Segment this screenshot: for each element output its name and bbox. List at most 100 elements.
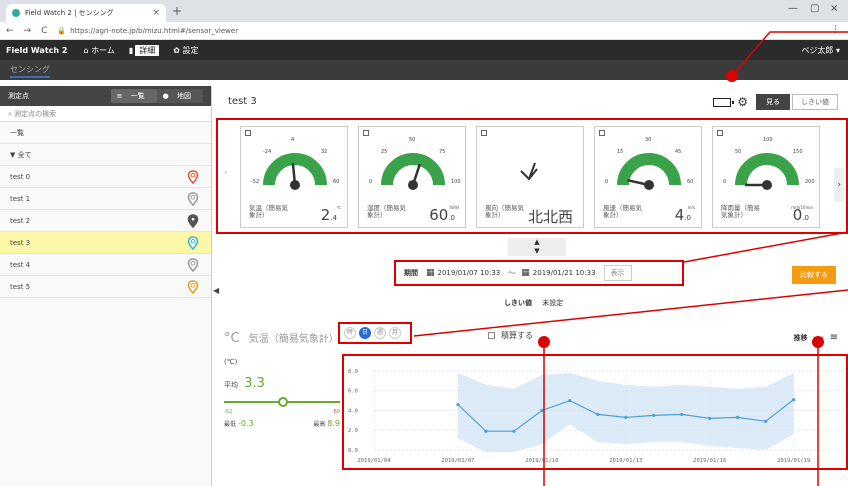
gauge-tick-label: 45 xyxy=(675,149,682,155)
forward-icon[interactable]: → xyxy=(24,26,32,36)
gauge-tick-label: 0 xyxy=(723,179,727,185)
gauge-tick-label: 30 xyxy=(645,137,652,143)
view-list-button[interactable]: ≡ 一覧 xyxy=(110,89,157,103)
browser-tab[interactable]: Field Watch 2 | センシング × xyxy=(6,4,166,22)
sidebar-item-test-3[interactable]: test 3 xyxy=(0,232,211,254)
granularity-option[interactable]: 月 xyxy=(389,327,401,339)
minimize-icon[interactable]: — xyxy=(788,3,798,14)
threshold-info: しきい値 未設定 xyxy=(504,298,563,308)
sensor-card[interactable]: 50 100 150 0 200 降雨量（簡易気象計） 0.0 mm/10min xyxy=(712,126,820,228)
calendar-icon[interactable]: ▦ xyxy=(521,268,530,278)
x-tick-label: 2019/01/16 xyxy=(693,458,726,464)
search-input[interactable]: ⌕ 測定点の検索 xyxy=(0,106,211,122)
granularity-option[interactable]: 週 xyxy=(374,327,386,339)
data-point[interactable] xyxy=(540,408,544,413)
gauge-tick-label: 150 xyxy=(793,149,803,155)
app-brand[interactable]: Field Watch 2 xyxy=(6,46,67,55)
gauge-tick-label: 4 xyxy=(291,137,295,143)
tab-sensing[interactable]: センシング xyxy=(10,65,50,78)
gauge-tick-label: 60 xyxy=(687,179,694,185)
data-point[interactable] xyxy=(652,413,656,418)
nav-settings[interactable]: ✿ 設定 xyxy=(173,45,198,56)
end-date-field[interactable]: 2019/01/21 10:33 xyxy=(533,269,596,277)
sensor-card[interactable]: -24 4 32 -52 60 気温（簡易気象計） 2.4 ℃ xyxy=(240,126,348,228)
card-value-decimal: .4 xyxy=(330,214,337,222)
gauge-tick-label: 60 xyxy=(333,179,340,185)
user-menu[interactable]: ベジ太郎 ▾ xyxy=(801,45,840,56)
settings-gear-icon[interactable]: ⚙ xyxy=(737,95,748,109)
sensor-card[interactable]: 15 30 45 0 60 風速（簡易気象計） 4.0 m/s xyxy=(594,126,702,228)
data-point[interactable] xyxy=(764,419,768,423)
view-map-button[interactable]: ● 地図 xyxy=(156,89,203,103)
map-pin-icon xyxy=(187,236,199,250)
calendar-icon[interactable]: ▦ xyxy=(426,268,435,278)
chevron-left-icon[interactable]: ‹ xyxy=(224,168,228,178)
compare-button[interactable]: 比較する xyxy=(792,266,836,284)
sidebar-item-test-2[interactable]: test 2 xyxy=(0,210,211,232)
y-tick-label: 4.0 xyxy=(348,408,358,414)
gauge-tick-label: 0 xyxy=(369,179,373,185)
group-all[interactable]: ▼ 全て xyxy=(0,144,211,166)
nav-detail[interactable]: ▮ 詳細 xyxy=(128,44,160,56)
new-tab-icon[interactable]: + xyxy=(172,4,182,18)
data-point[interactable] xyxy=(596,412,600,417)
sidebar-item-test-1[interactable]: test 1 xyxy=(0,188,211,210)
sensor-card[interactable]: 風向（簡易気象計） 北北西 xyxy=(476,126,584,228)
gauge-tick-label: 25 xyxy=(381,149,388,155)
min-value: -0.3 xyxy=(237,419,254,428)
view-toggle: ≡ 一覧 ● 地図 xyxy=(110,89,203,103)
data-point[interactable] xyxy=(736,415,740,419)
sidebar-item-test-5[interactable]: test 5 xyxy=(0,276,211,298)
url-field[interactable]: https://agri-note.jp/b/mizu.html#/sensor… xyxy=(70,27,238,35)
battery-icon xyxy=(713,97,735,107)
gauge-tick-label: 100 xyxy=(763,137,773,143)
sidebar-item-test-4[interactable]: test 4 xyxy=(0,254,211,276)
data-point[interactable] xyxy=(708,416,712,420)
card-value: 北北西 xyxy=(528,206,573,227)
reload-icon[interactable]: C xyxy=(41,26,47,36)
range-knob xyxy=(278,397,288,407)
cumulative-checkbox[interactable] xyxy=(488,332,495,339)
data-point[interactable] xyxy=(624,415,628,419)
data-point[interactable] xyxy=(456,402,460,407)
granularity-option[interactable]: 時 xyxy=(344,327,356,339)
browser-menu-icon[interactable]: ⋮ xyxy=(831,25,840,35)
sensor-card[interactable]: 25 50 75 0 100 湿度（簡易気象計） 60.0 %RH xyxy=(358,126,466,228)
period-selector: 期間 ▦ 2019/01/07 10:33 〜 ▦ 2019/01/21 10:… xyxy=(394,260,684,286)
cumulative-toggle[interactable]: 積算する xyxy=(488,330,533,341)
close-icon[interactable]: × xyxy=(152,8,160,18)
card-label: 気温（簡易気象計） xyxy=(249,204,288,219)
chevron-right-icon[interactable]: › xyxy=(834,168,844,202)
granularity-option[interactable]: 日 xyxy=(359,327,371,339)
data-point[interactable] xyxy=(568,398,572,403)
user-name: ベジ太郎 xyxy=(801,46,834,55)
nav-home[interactable]: ⌂ ホーム xyxy=(83,45,114,56)
sidebar-item-label: test 1 xyxy=(10,194,31,203)
search-placeholder: 測定点の検索 xyxy=(14,110,57,118)
detail-icon: ▮ xyxy=(128,45,134,55)
start-date-field[interactable]: 2019/01/07 10:33 xyxy=(438,269,501,277)
maximize-icon[interactable]: ▢ xyxy=(810,3,819,14)
data-point[interactable] xyxy=(484,429,488,433)
max-group: 最高 8.9 xyxy=(313,419,340,428)
data-point[interactable] xyxy=(512,429,516,433)
list-view-icon[interactable]: ≡ xyxy=(830,332,838,343)
back-icon[interactable]: ← xyxy=(6,26,14,36)
avg-label: 平均 xyxy=(224,381,238,389)
gauge-tick-label: 32 xyxy=(321,149,328,155)
x-tick-label: 2019/01/19 xyxy=(777,458,810,464)
data-point[interactable] xyxy=(680,412,684,417)
gauge-tick-label: 200 xyxy=(805,179,815,185)
threshold-button[interactable]: しきい値 xyxy=(792,94,838,110)
sidebar-items: test 0 test 1 test 2 test 3 test 4 test 5 xyxy=(0,166,211,298)
series-name: 気温（簡易気象計） xyxy=(248,334,339,345)
data-point[interactable] xyxy=(792,398,796,402)
page-title: test 3 xyxy=(228,96,257,107)
list-label: 一覧 xyxy=(10,128,24,137)
window-close-icon[interactable]: × xyxy=(830,3,838,14)
show-button[interactable]: 表示 xyxy=(603,265,632,281)
sidebar-item-test-0[interactable]: test 0 xyxy=(0,166,211,188)
expand-toggle[interactable]: ▲ ▼ xyxy=(508,238,566,256)
view-button[interactable]: 見る xyxy=(756,94,790,110)
sidebar-header: 測定点 ≡ 一覧 ● 地図 xyxy=(0,86,211,106)
